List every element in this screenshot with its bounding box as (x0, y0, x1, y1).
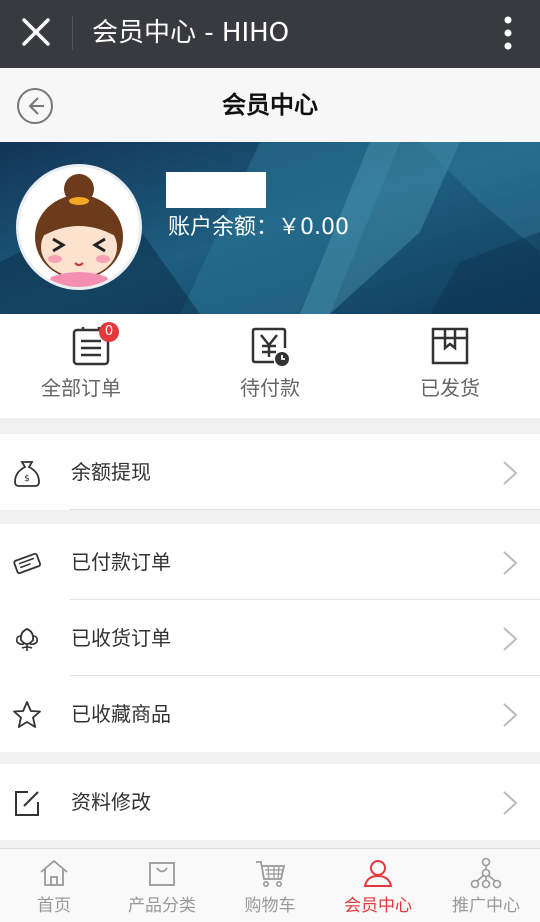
account-balance: 账户余额：￥0.00 (168, 215, 349, 240)
tab-label: 首页 (37, 896, 71, 916)
user-icon (363, 860, 393, 887)
money-bag-icon: $ (14, 461, 40, 487)
tab-promotion[interactable]: 推广中心 (432, 849, 540, 922)
chevron-right-icon (503, 551, 518, 575)
menu-item-favorites[interactable]: 已收藏商品 (0, 676, 540, 752)
page-title: 会员中心 (222, 91, 318, 119)
chevron-right-icon (503, 461, 518, 485)
topbar-divider (72, 16, 73, 50)
shipped-label: 已发货 (420, 376, 480, 400)
menu-item-withdraw[interactable]: $ 余额提现 (0, 434, 540, 510)
tab-home[interactable]: 首页 (0, 849, 108, 922)
menu-group-orders: 已付款订单 已收货订单 已收藏商品 (0, 524, 540, 752)
bottom-tab-bar: 首页 产品分类 购物车 会员中心 推广中心 (0, 848, 540, 922)
ticket-icon (13, 552, 42, 575)
profile-banner: 账户余额：￥0.00 (0, 142, 540, 314)
close-icon[interactable] (18, 14, 54, 50)
pending-payment-button[interactable]: 待付款 (180, 314, 360, 418)
tab-label: 产品分类 (128, 896, 196, 916)
chevron-right-icon (503, 703, 518, 727)
svg-text:$: $ (24, 474, 30, 484)
menu-group-withdraw: $ 余额提现 (0, 434, 540, 510)
tab-member-center[interactable]: 会员中心 (324, 849, 432, 922)
network-icon (470, 857, 502, 889)
tab-categories[interactable]: 产品分类 (108, 849, 216, 922)
tab-label: 会员中心 (344, 896, 412, 916)
tab-cart[interactable]: 购物车 (216, 849, 324, 922)
menu-label-paid-orders: 已付款订单 (71, 550, 171, 574)
menu-label-withdraw: 余额提现 (71, 460, 151, 484)
cart-icon (256, 861, 286, 887)
chevron-right-icon (503, 791, 518, 815)
avatar[interactable] (16, 164, 142, 290)
menu-group-profile: 资料修改 (0, 764, 540, 840)
window-title: 会员中心 - HIHO (92, 18, 290, 48)
shipped-button[interactable]: 已发货 (360, 314, 540, 418)
pending-payment-icon (251, 327, 289, 366)
order-count-badge: 0 (99, 322, 119, 342)
bag-icon (149, 862, 175, 886)
star-icon (13, 701, 41, 728)
menu-label-received-orders: 已收货订单 (71, 626, 171, 650)
chevron-right-icon (503, 627, 518, 651)
menu-label-favorites: 已收藏商品 (71, 702, 171, 726)
pending-payment-label: 待付款 (240, 376, 300, 400)
home-icon (40, 859, 68, 886)
menu-item-received-orders[interactable]: 已收货订单 (0, 600, 540, 676)
browser-topbar: 会员中心 - HIHO (0, 0, 540, 68)
menu-item-paid-orders[interactable]: 已付款订单 (0, 524, 540, 600)
edit-icon (15, 791, 39, 816)
menu-item-profile-edit[interactable]: 资料修改 (0, 764, 540, 840)
all-orders-button[interactable]: 0 全部订单 (0, 314, 180, 418)
all-orders-label: 全部订单 (41, 376, 121, 400)
more-vertical-icon[interactable] (504, 16, 512, 50)
username-field (166, 172, 266, 208)
page-header: 会员中心 (0, 68, 540, 142)
tab-label: 推广中心 (452, 896, 520, 916)
order-shortcuts: 0 全部订单 待付款 已发货 (0, 314, 540, 418)
menu-label-profile-edit: 资料修改 (71, 790, 151, 814)
cartoon-girl-avatar (19, 167, 139, 287)
shipped-box-icon (431, 327, 469, 365)
divider (70, 509, 540, 510)
tab-label: 购物车 (244, 896, 296, 916)
flower-icon (16, 628, 38, 651)
